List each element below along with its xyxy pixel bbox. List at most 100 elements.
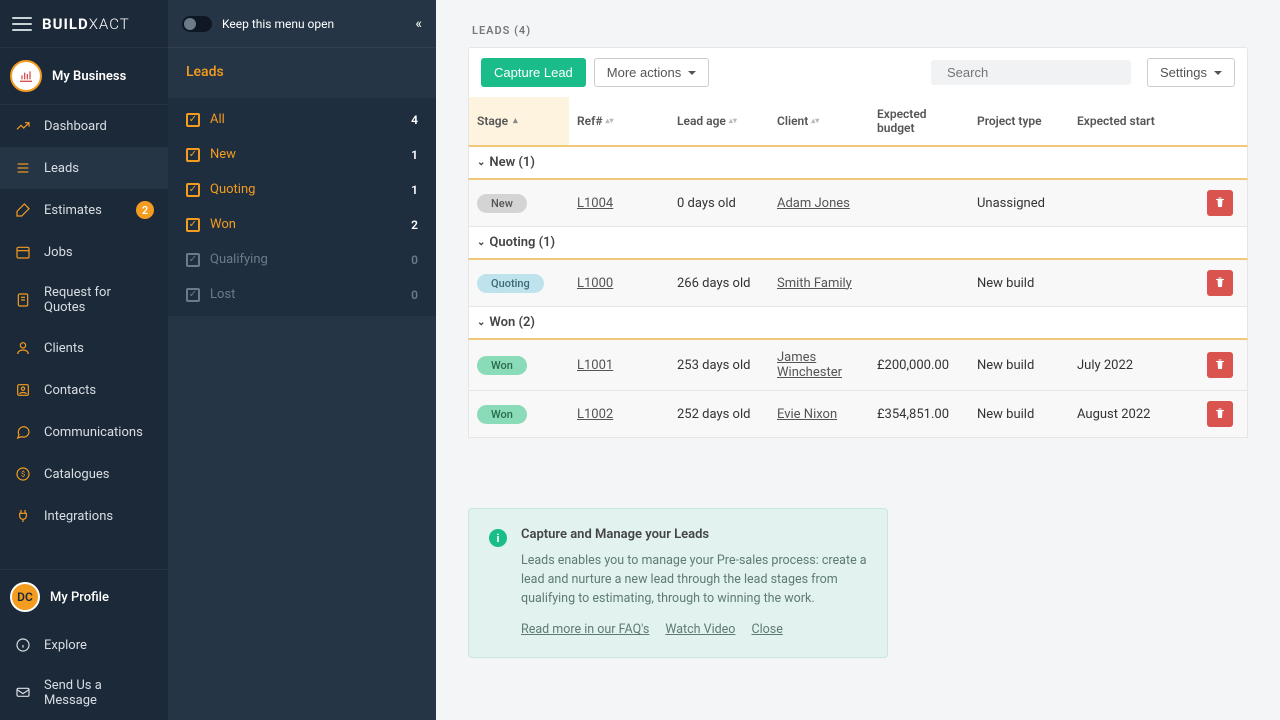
nav-communications[interactable]: Communications xyxy=(0,411,168,453)
subpanel-header: Keep this menu open « xyxy=(168,0,436,48)
keep-open-toggle[interactable] xyxy=(182,16,212,32)
filter-list: ✓All4✓New1✓Quoting1✓Won2✓Qualifying0✓Los… xyxy=(168,98,436,316)
search-input[interactable] xyxy=(947,65,1123,80)
filter-count: 1 xyxy=(411,183,418,197)
nav-contacts[interactable]: Contacts xyxy=(0,369,168,411)
ruler-icon xyxy=(14,201,32,219)
main-content: LEADS (4) Capture Lead More actions Sett… xyxy=(436,0,1280,720)
settings-button[interactable]: Settings xyxy=(1147,58,1235,87)
group-header[interactable]: ⌄Won (2) xyxy=(468,307,1248,340)
sidebar-header: BUILDXACT xyxy=(0,0,168,48)
lead-age: 253 days old xyxy=(669,348,769,383)
client-link[interactable]: Adam Jones xyxy=(777,196,850,211)
col-expected-start[interactable]: Expected start xyxy=(1069,97,1169,145)
expected-start xyxy=(1069,193,1169,213)
info-panel: i Capture and Manage your Leads Leads en… xyxy=(468,508,888,658)
checkbox-icon: ✓ xyxy=(186,113,200,127)
toolbar: Capture Lead More actions Settings xyxy=(468,47,1248,97)
lead-age: 252 days old xyxy=(669,397,769,432)
delete-button[interactable] xyxy=(1207,190,1233,216)
expected-start: July 2022 xyxy=(1069,348,1169,383)
project-type: New build xyxy=(969,266,1069,301)
client-link[interactable]: Smith Family xyxy=(777,276,852,291)
project-type: Unassigned xyxy=(969,186,1069,221)
filter-item-new[interactable]: ✓New1 xyxy=(168,137,436,172)
sidebar-bottom: DC My Profile Explore Send Us a Message xyxy=(0,569,168,720)
checkbox-icon: ✓ xyxy=(186,183,200,197)
info-close-link[interactable]: Close xyxy=(751,622,782,637)
expected-budget: £200,000.00 xyxy=(869,348,969,383)
col-ref[interactable]: Ref#▴▾ xyxy=(569,97,669,145)
filter-count: 0 xyxy=(411,288,418,302)
nav-send-message[interactable]: Send Us a Message xyxy=(0,666,168,720)
expected-start xyxy=(1069,273,1169,293)
expected-budget xyxy=(869,273,969,293)
lead-age: 0 days old xyxy=(669,186,769,221)
collapse-panel-icon[interactable]: « xyxy=(415,16,422,32)
expected-budget xyxy=(869,193,969,213)
business-row[interactable]: My Business xyxy=(0,48,168,105)
info-video-link[interactable]: Watch Video xyxy=(665,622,735,637)
filter-label: Qualifying xyxy=(210,252,268,267)
filter-count: 2 xyxy=(411,218,418,232)
nav-leads[interactable]: Leads xyxy=(0,147,168,189)
col-lead-age[interactable]: Lead age▴▾ xyxy=(669,97,769,145)
filter-item-qualifying[interactable]: ✓Qualifying0 xyxy=(168,242,436,277)
estimates-badge: 2 xyxy=(136,201,154,219)
project-type: New build xyxy=(969,348,1069,383)
group-title: New (1) xyxy=(489,155,535,170)
user-icon xyxy=(14,339,32,357)
list-icon xyxy=(14,159,32,177)
ref-link[interactable]: L1002 xyxy=(577,407,613,422)
checkbox-icon: ✓ xyxy=(186,148,200,162)
brand-logo: BUILDXACT xyxy=(42,15,130,33)
client-link[interactable]: Evie Nixon xyxy=(777,407,837,422)
calendar-icon xyxy=(14,243,32,261)
ref-link[interactable]: L1001 xyxy=(577,358,613,373)
profile-row[interactable]: DC My Profile xyxy=(0,569,168,624)
ref-link[interactable]: L1000 xyxy=(577,276,613,291)
col-actions xyxy=(1169,97,1247,145)
main-sidebar: BUILDXACT My Business Dashboard Leads Es… xyxy=(0,0,168,720)
client-link[interactable]: James Winchester xyxy=(777,350,861,380)
group-header[interactable]: ⌄Quoting (1) xyxy=(468,227,1248,260)
nav-clients[interactable]: Clients xyxy=(0,327,168,369)
delete-button[interactable] xyxy=(1207,352,1233,378)
nav-estimates[interactable]: Estimates 2 xyxy=(0,189,168,231)
currency-icon: $ xyxy=(14,465,32,483)
delete-button[interactable] xyxy=(1207,270,1233,296)
nav-explore[interactable]: Explore xyxy=(0,624,168,666)
checkbox-icon: ✓ xyxy=(186,288,200,302)
filter-label: All xyxy=(210,112,225,127)
filter-item-won[interactable]: ✓Won2 xyxy=(168,207,436,242)
filter-label: Won xyxy=(210,217,236,232)
col-project-type[interactable]: Project type xyxy=(969,97,1069,145)
filter-item-lost[interactable]: ✓Lost0 xyxy=(168,277,436,312)
nav-catalogues[interactable]: $ Catalogues xyxy=(0,453,168,495)
expected-budget: £354,851.00 xyxy=(869,397,969,432)
nav-jobs[interactable]: Jobs xyxy=(0,231,168,273)
table-row: WonL1002252 days oldEvie Nixon£354,851.0… xyxy=(468,391,1248,438)
hamburger-icon[interactable] xyxy=(12,17,32,31)
delete-button[interactable] xyxy=(1207,401,1233,427)
info-faq-link[interactable]: Read more in our FAQ's xyxy=(521,622,649,637)
ref-link[interactable]: L1004 xyxy=(577,196,613,211)
nav-rfq[interactable]: Request for Quotes xyxy=(0,273,168,327)
col-client[interactable]: Client▴▾ xyxy=(769,97,869,145)
expected-start: August 2022 xyxy=(1069,397,1169,432)
group-header[interactable]: ⌄New (1) xyxy=(468,147,1248,180)
col-expected-budget[interactable]: Expected budget xyxy=(869,97,969,145)
nav-label: Communications xyxy=(44,425,143,440)
filter-item-all[interactable]: ✓All4 xyxy=(168,102,436,137)
info-title: Capture and Manage your Leads xyxy=(521,527,867,542)
nav-dashboard[interactable]: Dashboard xyxy=(0,105,168,147)
more-actions-button[interactable]: More actions xyxy=(594,58,709,87)
nav-label: Integrations xyxy=(44,509,113,524)
nav-label: Dashboard xyxy=(44,119,107,134)
caret-down-icon xyxy=(688,71,696,75)
nav-integrations[interactable]: Integrations xyxy=(0,495,168,537)
group-title: Quoting (1) xyxy=(489,235,555,250)
capture-lead-button[interactable]: Capture Lead xyxy=(481,58,586,87)
col-stage[interactable]: Stage xyxy=(469,97,569,145)
filter-item-quoting[interactable]: ✓Quoting1 xyxy=(168,172,436,207)
